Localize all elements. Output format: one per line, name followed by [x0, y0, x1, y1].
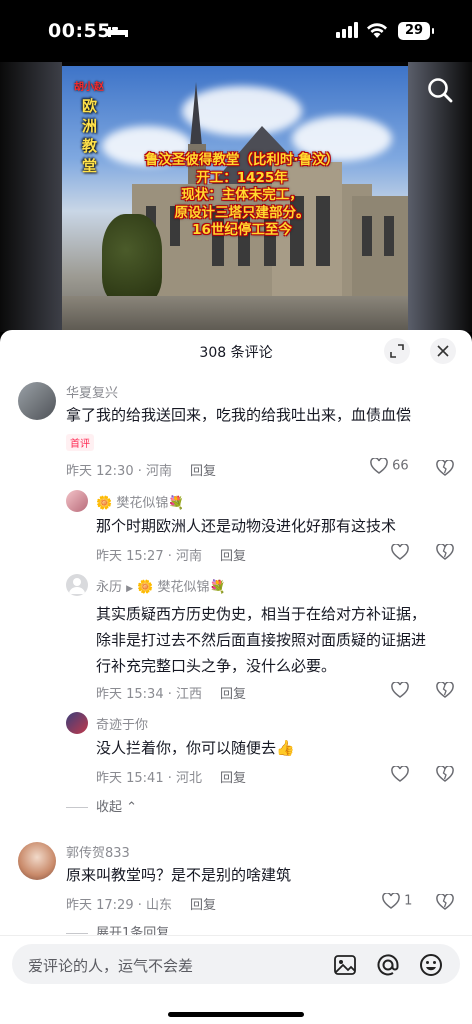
close-button[interactable]	[430, 338, 456, 364]
author-name: 永历	[96, 580, 123, 595]
comment-meta: 昨天 15:34 · 江西 回复	[96, 683, 246, 702]
home-indicator	[168, 1012, 304, 1017]
avatar[interactable]	[66, 712, 88, 734]
dislike-icon[interactable]	[436, 894, 454, 910]
comment-time-location: 昨天 15:41 · 河北	[96, 771, 202, 786]
comment-meta: 昨天 12:30 · 河南 回复	[66, 460, 216, 479]
comment-input-placeholder: 爱评论的人，运气不会差	[28, 957, 194, 975]
comment-author[interactable]: 奇迹于你	[96, 714, 148, 733]
mention-icon[interactable]	[375, 952, 401, 978]
collapse-label: 收起	[96, 800, 123, 815]
video-blur-left	[0, 62, 62, 332]
bed-icon	[108, 27, 128, 37]
reply-item: 永历 ▶ 🌼 樊花似锦💐 其实质疑西方历史伪史，相当于在给对方补证据， 除非是打…	[0, 570, 472, 704]
avatar[interactable]	[66, 490, 88, 512]
video-frame: 胡小赵 欧洲教堂 鲁汶圣彼得教堂（比利时·鲁汶） 开工：1425年 现状：主体未…	[62, 66, 408, 330]
wifi-icon	[367, 23, 387, 38]
like-button[interactable]: 1	[382, 892, 413, 909]
reply-item: 🌼 樊花似锦💐 那个时期欧洲人还是动物没进化好那有这技术 昨天 15:27 · …	[0, 486, 472, 566]
comment-text-line: 除非是打过去不然后面直接按照对面质疑的证据进	[96, 631, 427, 649]
caption-line: 鲁汶圣彼得教堂（比利时·鲁汶）	[144, 152, 340, 168]
comment-time-location: 昨天 17:29 · 山东	[66, 898, 172, 913]
reply-button[interactable]: 回复	[220, 687, 246, 702]
like-count: 66	[392, 458, 409, 474]
reply-item: 奇迹于你 没人拦着你，你可以随便去👍 昨天 15:41 · 河北 回复	[0, 708, 472, 788]
author-name: 樊花似锦	[116, 496, 169, 511]
heart-icon	[382, 892, 400, 909]
caption-line: 16世纪停工至今	[192, 222, 292, 238]
comment-author[interactable]: 🌼 樊花似锦💐	[96, 492, 185, 511]
reply-button[interactable]: 回复	[220, 771, 246, 786]
comment-text: 原来叫教堂吗？是不是别的啥建筑	[66, 866, 292, 884]
divider	[66, 807, 88, 808]
video-watermark: 胡小赵	[74, 82, 104, 93]
like-count: 1	[404, 893, 413, 909]
expand-icon	[390, 344, 404, 358]
default-user-icon	[69, 578, 85, 594]
comment-text-line: 行补充完整口头之争，没什么必要。	[96, 657, 337, 675]
comment-text-line: 其实质疑西方历史伪史，相当于在给对方补证据，	[96, 605, 427, 623]
comment-meta: 昨天 17:29 · 山东 回复	[66, 894, 216, 913]
street-image	[62, 296, 408, 330]
cellular-signal-icon	[336, 22, 358, 38]
sheet-header: 308 条评论	[0, 330, 472, 372]
heart-icon[interactable]	[391, 766, 409, 782]
clock: 00:55	[48, 20, 111, 42]
reply-target-name: 樊花似锦	[157, 580, 210, 595]
heart-icon[interactable]	[391, 544, 409, 560]
comment-input[interactable]: 爱评论的人，运气不会差	[12, 944, 460, 984]
reply-button[interactable]: 回复	[220, 549, 246, 564]
avatar[interactable]	[18, 842, 56, 880]
avatar[interactable]	[66, 574, 88, 596]
comment-author[interactable]: 永历 ▶ 🌼 樊花似锦💐	[96, 576, 226, 595]
status-bar: 00:55 29	[0, 0, 472, 60]
dislike-icon[interactable]	[436, 460, 454, 476]
comment-author[interactable]: 郭传贺833	[66, 842, 130, 861]
chevron-up-icon: ⌃	[126, 800, 138, 815]
caption-line: 开工：1425年	[196, 169, 288, 186]
comment-meta: 昨天 15:27 · 河南 回复	[96, 545, 246, 564]
comment-text: 那个时期欧洲人还是动物没进化好那有这技术	[96, 517, 397, 535]
battery-indicator: 29	[398, 22, 434, 40]
dislike-icon[interactable]	[436, 544, 454, 560]
reply-arrow-icon: ▶	[126, 584, 134, 594]
flower-emoji: 🌼	[96, 496, 113, 511]
first-comment-badge: 首评	[66, 434, 94, 451]
bouquet-emoji: 💐	[209, 580, 226, 595]
close-icon	[437, 345, 449, 357]
flower-emoji: 🌼	[137, 580, 154, 595]
comment-time-location: 昨天 15:27 · 河南	[96, 549, 202, 564]
comment-item: 郭传贺833 原来叫教堂吗？是不是别的啥建筑 昨天 17:29 · 山东 回复 1	[0, 834, 472, 924]
comment-time-location: 昨天 12:30 · 河南	[66, 464, 172, 479]
bouquet-emoji: 💐	[168, 496, 185, 511]
comment-meta: 昨天 15:41 · 河北 回复	[96, 767, 246, 786]
expand-button[interactable]	[384, 338, 410, 364]
heart-icon[interactable]	[391, 682, 409, 698]
heart-icon	[370, 457, 388, 474]
caption-line: 原设计三塔只建部分。	[174, 204, 310, 221]
reply-button[interactable]: 回复	[190, 464, 216, 479]
video-player[interactable]: 胡小赵 欧洲教堂 鲁汶圣彼得教堂（比利时·鲁汶） 开工：1425年 现状：主体未…	[0, 62, 472, 332]
video-vertical-title: 欧洲教堂	[82, 97, 98, 175]
dislike-icon[interactable]	[436, 682, 454, 698]
emoji-icon[interactable]	[418, 952, 444, 978]
reply-button[interactable]: 回复	[190, 898, 216, 913]
comment-sheet: 308 条评论 华夏复兴 拿了我的给我送回来，吃我的给我吐出来，血债血偿 首评 …	[0, 330, 472, 1024]
comment-author[interactable]: 华夏复兴	[66, 382, 118, 401]
dislike-icon[interactable]	[436, 766, 454, 782]
search-icon[interactable]	[426, 76, 454, 104]
comment-input-bar: 爱评论的人，运气不会差	[0, 935, 472, 1024]
avatar[interactable]	[18, 382, 56, 420]
comment-item: 华夏复兴 拿了我的给我送回来，吃我的给我吐出来，血债血偿 首评 昨天 12:30…	[0, 372, 472, 482]
collapse-replies-button[interactable]: 收起 ⌃	[66, 796, 137, 815]
comment-time-location: 昨天 15:34 · 江西	[96, 687, 202, 702]
caption-line: 现状：主体未完工，	[181, 187, 303, 203]
comment-text: 拿了我的给我送回来，吃我的给我吐出来，血债血偿	[66, 406, 412, 424]
divider	[66, 933, 88, 934]
comment-text: 没人拦着你，你可以随便去👍	[96, 739, 295, 757]
comment-text: 其实质疑西方历史伪史，相当于在给对方补证据， 除非是打过去不然后面直接按照对面质…	[96, 601, 466, 679]
video-caption: 鲁汶圣彼得教堂（比利时·鲁汶） 开工：1425年 现状：主体未完工， 原设计三塔…	[102, 152, 382, 240]
image-icon[interactable]	[332, 952, 358, 978]
like-button[interactable]: 66	[370, 457, 409, 474]
